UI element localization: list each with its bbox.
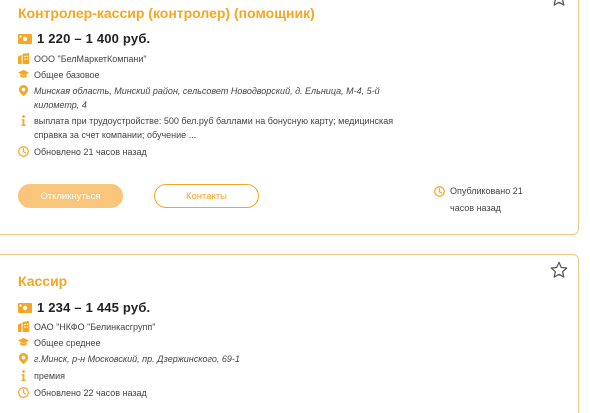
address: г.Минск, р-н Московский, пр. Дзержинског… xyxy=(34,354,240,364)
benefits-line: справка за счет компании; обучение ... xyxy=(34,130,197,140)
education-level: Общее среднее xyxy=(34,338,101,348)
benefits: премия xyxy=(34,371,65,381)
updated-row: Обновлено 22 часов назад xyxy=(18,386,147,400)
address-row: Минская область, Минский район, сельсове… xyxy=(18,84,414,112)
salary: 1 220 – 1 400 руб. xyxy=(37,31,151,46)
info-icon xyxy=(18,370,29,381)
company-row: ОАО "НКФО "Белинкасгрупп" xyxy=(18,320,155,334)
address-row: г.Минск, р-н Московский, пр. Дзержинског… xyxy=(18,352,240,366)
building-icon xyxy=(18,321,29,332)
address: Минская область, Минский район, сельсове… xyxy=(34,84,414,112)
building-icon xyxy=(18,53,29,64)
star-icon[interactable] xyxy=(550,261,568,279)
vacancy-card: Кассир 1 234 – 1 445 руб. ОАО "НКФО "Бел… xyxy=(0,254,579,413)
education-row: Общее среднее xyxy=(18,336,101,350)
vacancy-title[interactable]: Контролер-кассир (контролер) (помощник) xyxy=(18,5,315,21)
address-line: Минская область, Минский район, сельсове… xyxy=(34,86,380,96)
benefits: выплата при трудоустройстве: 500 бел.руб… xyxy=(34,114,434,142)
company-row: ООО "БелМаркетКомпани" xyxy=(18,52,147,66)
benefits-row: выплата при трудоустройстве: 500 бел.руб… xyxy=(18,114,434,142)
salary: 1 234 – 1 445 руб. xyxy=(37,300,151,315)
updated-time: Обновлено 22 часов назад xyxy=(34,388,147,398)
published-text: Опубликовано 21 часов назад xyxy=(450,183,560,217)
address-line: километр, 4 xyxy=(34,100,87,110)
info-icon xyxy=(18,115,29,126)
salary-row: 1 234 – 1 445 руб. xyxy=(18,300,150,315)
star-icon[interactable] xyxy=(550,0,568,7)
published-line: часов назад xyxy=(450,203,501,213)
graduation-cap-icon xyxy=(18,69,29,80)
education-row: Общее базовое xyxy=(18,68,100,82)
company-name: ООО "БелМаркетКомпани" xyxy=(34,54,147,64)
location-pin-icon xyxy=(18,85,29,96)
money-icon xyxy=(18,303,32,313)
graduation-cap-icon xyxy=(18,337,29,348)
vacancy-title[interactable]: Кассир xyxy=(18,273,67,289)
salary-row: 1 220 – 1 400 руб. xyxy=(18,31,150,46)
published-info: Опубликовано 21 часов назад xyxy=(434,183,560,217)
education-level: Общее базовое xyxy=(34,70,100,80)
clock-icon xyxy=(18,146,29,157)
company-name: ОАО "НКФО "Белинкасгрупп" xyxy=(34,322,156,332)
clock-icon xyxy=(18,387,29,398)
benefits-line: выплата при трудоустройстве: 500 бел.руб… xyxy=(34,116,394,126)
contacts-button[interactable]: Контакты xyxy=(154,184,259,208)
published-line: Опубликовано 21 xyxy=(450,186,523,196)
apply-button[interactable]: Откликнуться xyxy=(18,184,123,208)
updated-row: Обновлено 21 часов назад xyxy=(18,145,147,159)
updated-time: Обновлено 21 часов назад xyxy=(34,147,147,157)
location-pin-icon xyxy=(18,353,29,364)
vacancy-card: Контролер-кассир (контролер) (помощник) … xyxy=(0,0,579,235)
money-icon xyxy=(18,34,32,44)
benefits-row: премия xyxy=(18,369,65,383)
clock-icon xyxy=(434,186,445,197)
